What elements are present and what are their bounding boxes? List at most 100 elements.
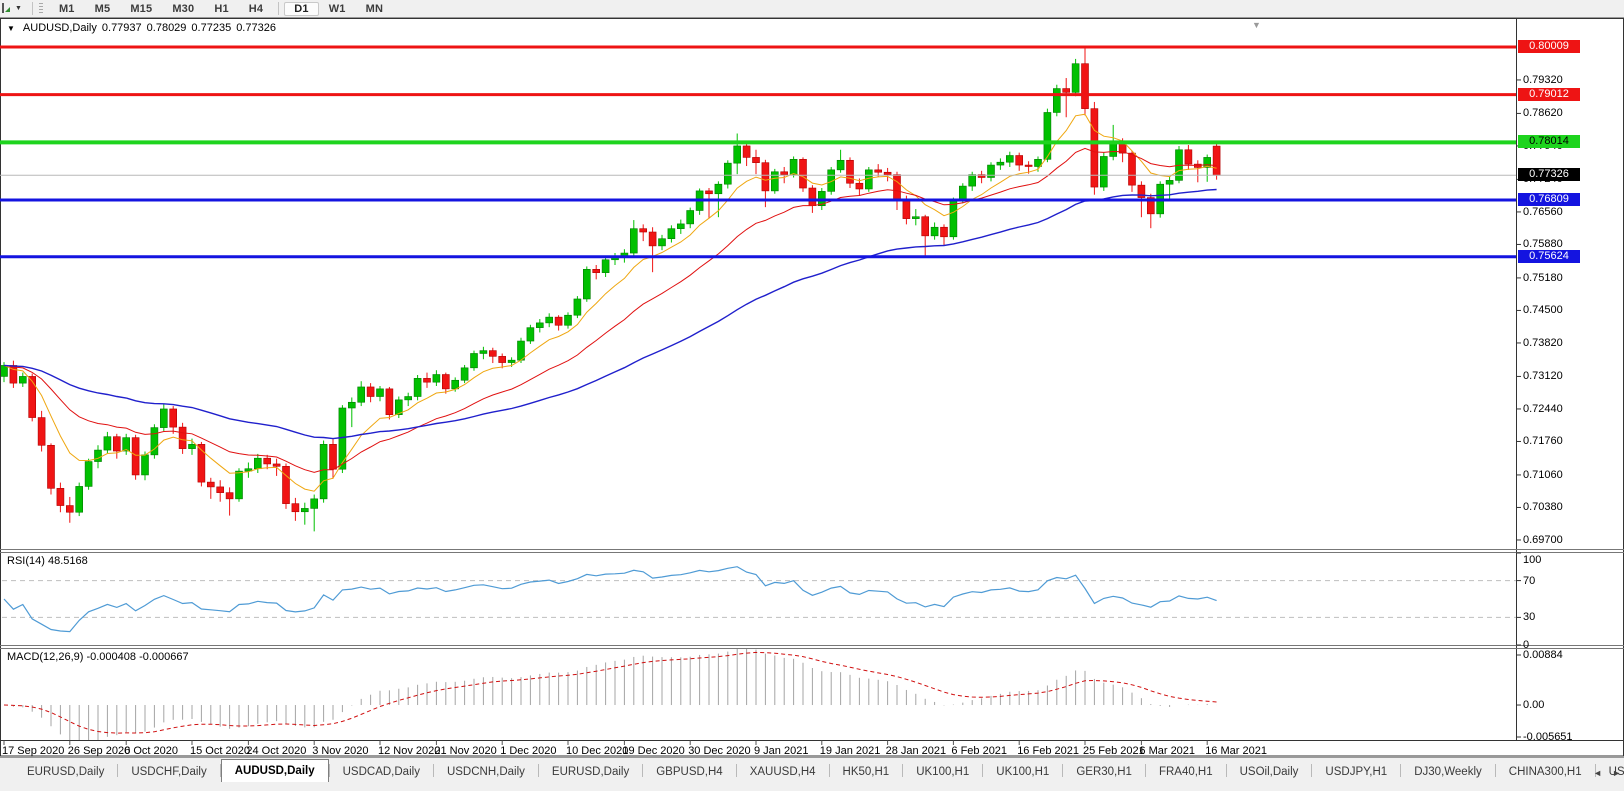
macd-label: MACD(12,26,9) -0.000408 -0.000667 <box>7 651 189 663</box>
date-label: 6 Mar 2021 <box>1139 745 1195 757</box>
tab-gbpusd-h4[interactable]: GBPUSD,H4 <box>643 762 735 782</box>
chart-symbol: AUDUSD,Daily <box>23 22 97 34</box>
date-label: 15 Oct 2020 <box>190 745 250 757</box>
chart-menu-icon[interactable]: ▼ <box>7 24 15 33</box>
timeframe-h1[interactable]: H1 <box>204 2 238 16</box>
top-toolbar: ▼ M1M5M15M30H1H4 D1W1MN <box>0 0 1624 18</box>
timeframe-h4[interactable]: H4 <box>239 2 273 16</box>
price-badge: 0.80009 <box>1518 40 1580 53</box>
price-tick-label: 0.76560 <box>1523 206 1563 218</box>
ohlc-low: 0.77235 <box>191 22 231 34</box>
autoscroll-marker-icon[interactable]: ▼ <box>1252 20 1261 30</box>
macd-tick-label: -0.005651 <box>1523 731 1573 743</box>
rsi-tick-label: 70 <box>1523 575 1535 587</box>
tab-audusd-daily[interactable]: AUDUSD,Daily <box>221 759 329 782</box>
timeframe-m5[interactable]: M5 <box>85 2 121 16</box>
rsi-tick-label: 100 <box>1523 554 1541 566</box>
ma-21-line <box>4 148 1217 472</box>
toolbar-separator <box>278 2 279 15</box>
tab-eurusd-daily[interactable]: EURUSD,Daily <box>539 762 642 782</box>
macd-tick-label: 0.00 <box>1523 699 1544 711</box>
date-label: 26 Sep 2020 <box>68 745 130 757</box>
tab-china300-h1[interactable]: CHINA300,H1 <box>1496 762 1595 782</box>
date-label: 1 Dec 2020 <box>500 745 556 757</box>
date-label: 6 Feb 2021 <box>951 745 1007 757</box>
price-tick-label: 0.74500 <box>1523 304 1563 316</box>
price-tick-label: 0.78620 <box>1523 107 1563 119</box>
tab-xauusd-h4[interactable]: XAUUSD,H4 <box>737 762 829 782</box>
tab-usdjpy-h1[interactable]: USDJPY,H1 <box>1312 762 1400 782</box>
rsi-line <box>4 567 1217 632</box>
timeframe-buttons: M1M5M15M30H1H4 D1W1MN <box>49 0 393 17</box>
date-label: 30 Dec 2020 <box>688 745 750 757</box>
price-tick-label: 0.70380 <box>1523 501 1563 513</box>
price-tick-label: 0.75880 <box>1523 238 1563 250</box>
tab-usdcnh-daily[interactable]: USDCNH,Daily <box>434 762 538 782</box>
ma-55-line <box>4 190 1217 439</box>
date-label: 19 Jan 2021 <box>820 745 881 757</box>
timeframe-mn[interactable]: MN <box>356 2 394 16</box>
date-label: 17 Sep 2020 <box>2 745 64 757</box>
mt4-terminal: { "toolbar": { "chart_tool_icon": "chart… <box>0 0 1624 791</box>
date-label: 16 Mar 2021 <box>1205 745 1267 757</box>
tab-scroll-arrows: ◄ ► <box>1593 768 1621 778</box>
price-tick-label: 0.75180 <box>1523 272 1563 284</box>
tab-uk100-h1[interactable]: UK100,H1 <box>903 762 982 782</box>
date-label: 6 Oct 2020 <box>124 745 178 757</box>
date-label: 16 Feb 2021 <box>1017 745 1079 757</box>
price-tick-label: 0.79320 <box>1523 74 1563 86</box>
tab-ger30-h1[interactable]: GER30,H1 <box>1063 762 1145 782</box>
macd-signal-line <box>4 652 1217 733</box>
chart-window[interactable]: ▼ AUDUSD,Daily 0.77937 0.78029 0.77235 0.7732… <box>0 18 1624 757</box>
chart-cursor-glyph <box>0 2 11 15</box>
price-tick-label: 0.71760 <box>1523 435 1563 447</box>
rsi-label: RSI(14) 48.5168 <box>7 555 88 567</box>
timeframe-d1[interactable]: D1 <box>284 2 318 16</box>
tab-usdcad-daily[interactable]: USDCAD,Daily <box>330 762 433 782</box>
date-label: 19 Dec 2020 <box>622 745 684 757</box>
price-badge: 0.75624 <box>1518 250 1580 263</box>
macd-tick-label: 0.00884 <box>1523 649 1563 661</box>
chart-canvas[interactable] <box>0 18 1624 757</box>
price-badge: 0.77326 <box>1518 168 1580 181</box>
tab-eurusd-daily[interactable]: EURUSD,Daily <box>14 762 117 782</box>
toolbar-grip[interactable] <box>39 3 43 15</box>
price-tick-label: 0.73120 <box>1523 370 1563 382</box>
tab-fra40-h1[interactable]: FRA40,H1 <box>1146 762 1226 782</box>
price-tick-label: 0.73820 <box>1523 337 1563 349</box>
date-label: 25 Feb 2021 <box>1083 745 1145 757</box>
ohlc-close: 0.77326 <box>236 22 276 34</box>
chart-cursor-icon[interactable] <box>0 2 11 15</box>
tab-list: EURUSD,DailyUSDCHF,DailyAUDUSD,DailyUSDC… <box>14 759 1624 782</box>
date-label: 9 Jan 2021 <box>754 745 808 757</box>
price-tick-label: 0.72440 <box>1523 403 1563 415</box>
chart-title: ▼ AUDUSD,Daily 0.77937 0.78029 0.77235 0.7732… <box>7 22 276 34</box>
scroll-right-icon[interactable]: ► <box>1612 768 1621 778</box>
date-label: 21 Nov 2020 <box>434 745 496 757</box>
price-badge: 0.79012 <box>1518 88 1580 101</box>
toolbar-separator <box>32 2 33 15</box>
tab-usoil-daily[interactable]: USOil,Daily <box>1227 762 1312 782</box>
price-badge: 0.76809 <box>1518 193 1580 206</box>
timeframe-w1[interactable]: W1 <box>319 2 356 16</box>
timeframe-m30[interactable]: M30 <box>162 2 204 16</box>
rsi-tick-label: 30 <box>1523 611 1535 623</box>
tab-usdchf-daily[interactable]: USDCHF,Daily <box>118 762 219 782</box>
date-label: 24 Oct 2020 <box>246 745 306 757</box>
tab-hk50-h1[interactable]: HK50,H1 <box>830 762 903 782</box>
date-label: 3 Nov 2020 <box>312 745 368 757</box>
price-tick-label: 0.69700 <box>1523 534 1563 546</box>
tab-dj30-weekly[interactable]: DJ30,Weekly <box>1401 762 1495 782</box>
scroll-left-icon[interactable]: ◄ <box>1593 768 1602 778</box>
chevron-down-icon[interactable]: ▼ <box>11 5 28 12</box>
timeframe-m1[interactable]: M1 <box>49 2 85 16</box>
ohlc-open: 0.77937 <box>102 22 142 34</box>
date-label: 12 Nov 2020 <box>378 745 440 757</box>
ohlc-high: 0.78029 <box>147 22 187 34</box>
date-label: 10 Dec 2020 <box>566 745 628 757</box>
tab-uk100-h1[interactable]: UK100,H1 <box>983 762 1062 782</box>
date-label: 28 Jan 2021 <box>886 745 947 757</box>
timeframe-m15[interactable]: M15 <box>120 2 162 16</box>
price-tick-label: 0.71060 <box>1523 469 1563 481</box>
price-badge: 0.78014 <box>1518 135 1580 148</box>
